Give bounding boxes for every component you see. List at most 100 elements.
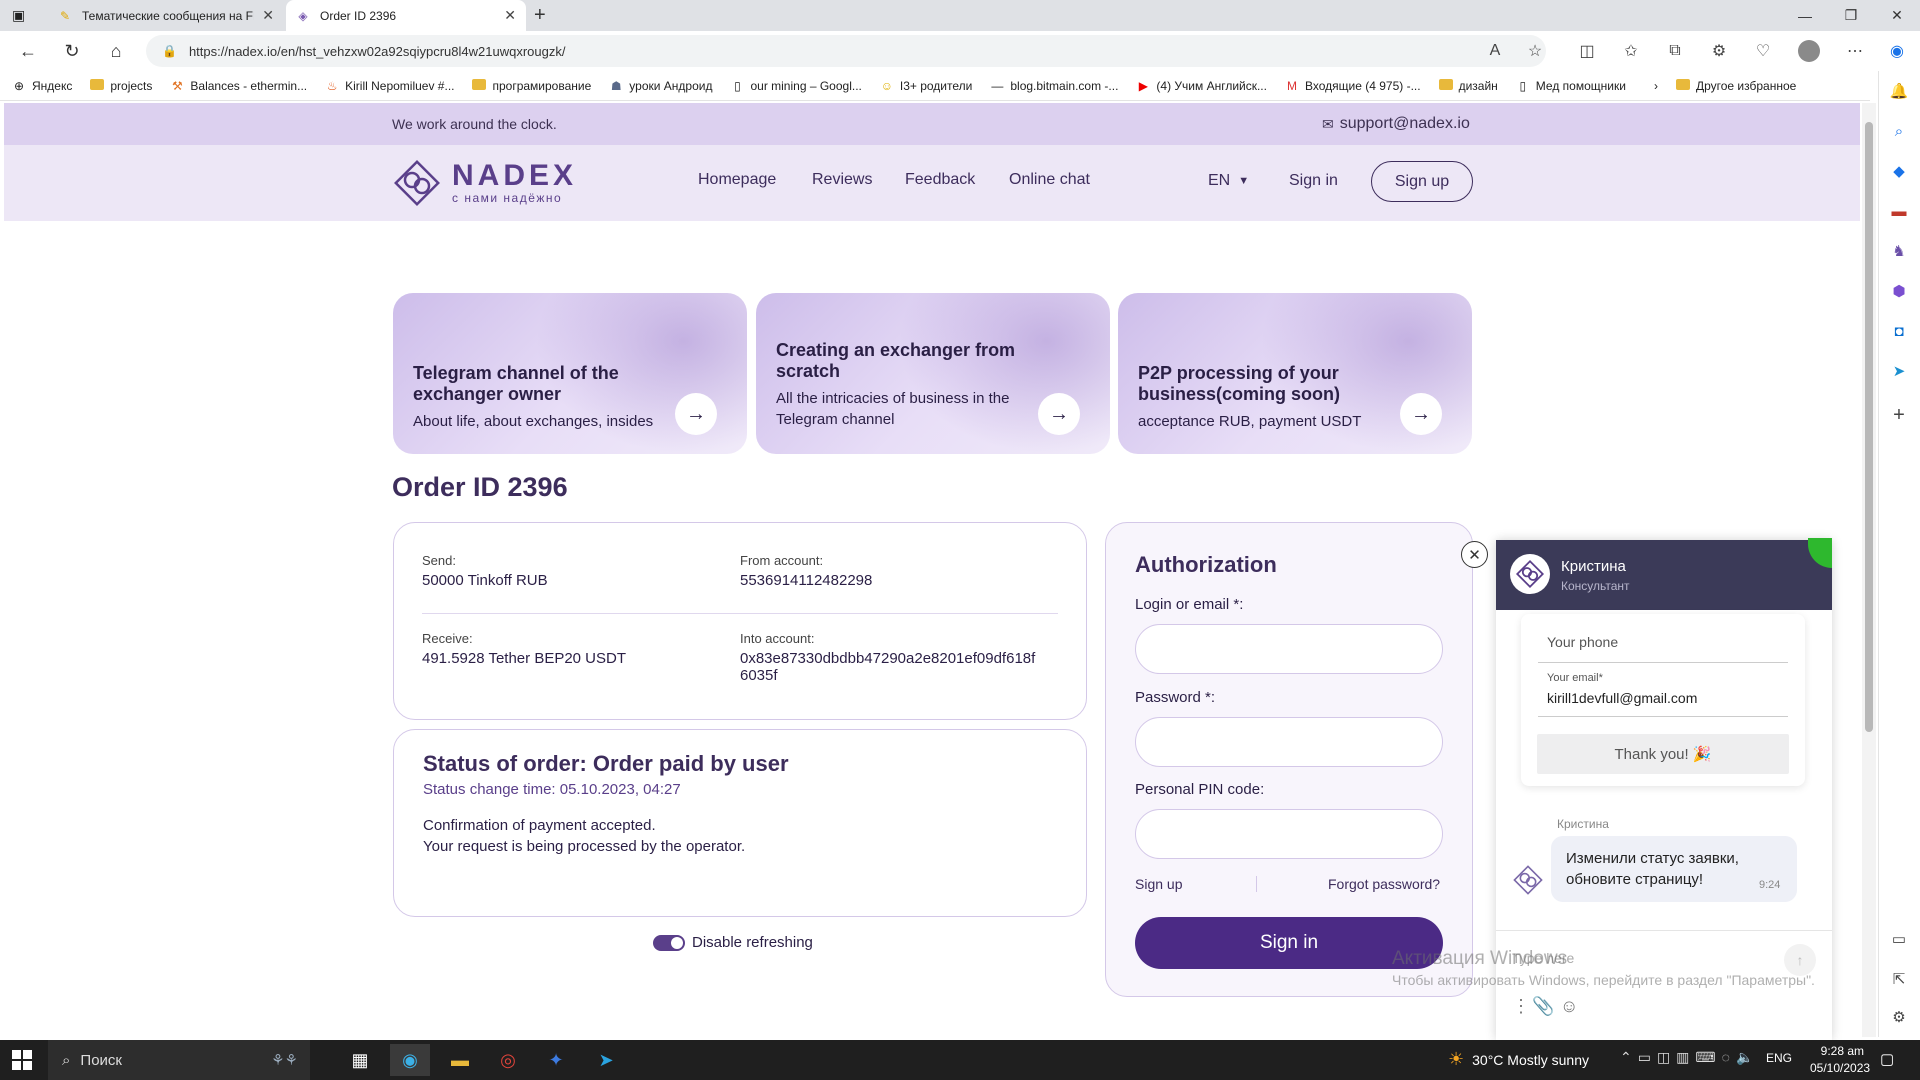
- tab-actions-icon[interactable]: ▣: [12, 7, 32, 25]
- collections-icon[interactable]: ⧉: [1660, 36, 1690, 66]
- tab-fl[interactable]: ✎ Тематические сообщения на FL ✕: [48, 0, 284, 31]
- weather-widget[interactable]: ☀ 30°C Mostly sunny: [1448, 1049, 1589, 1070]
- copilot-icon[interactable]: ◉: [1882, 36, 1912, 66]
- email-input[interactable]: kirill1devfull@gmail.com: [1547, 690, 1697, 706]
- search-icon[interactable]: ⌕: [1886, 118, 1912, 144]
- attach-paperclip-icon[interactable]: 📎: [1532, 996, 1554, 1017]
- taskbar-search-box[interactable]: ⌕ Поиск ⚘⚘: [48, 1040, 310, 1080]
- site-logo[interactable]: NADEX с нами надёжно: [392, 158, 577, 208]
- close-icon[interactable]: ✕: [262, 7, 274, 24]
- extensions-icon[interactable]: ⚙: [1704, 36, 1734, 66]
- bookmark-android[interactable]: ☗ уроки Андроид: [609, 79, 713, 93]
- auth-sign-up-link[interactable]: Sign up: [1135, 876, 1182, 892]
- chat-close-icon[interactable]: ✕: [1461, 541, 1488, 568]
- login-input[interactable]: [1135, 624, 1443, 674]
- games-icon[interactable]: ♞: [1886, 238, 1912, 264]
- forgot-password-link[interactable]: Forgot password?: [1328, 876, 1440, 892]
- telegram-taskbar-icon[interactable]: ➤: [586, 1044, 626, 1076]
- back-icon[interactable]: ←: [12, 35, 44, 67]
- bookmark-med[interactable]: ▯ Мед помощники: [1516, 79, 1625, 93]
- nadex-logo-icon: [394, 160, 440, 206]
- header-sign-in-link[interactable]: Sign in: [1289, 172, 1338, 190]
- bookmark-bitmain[interactable]: — blog.bitmain.com -...: [990, 79, 1118, 93]
- profile-avatar[interactable]: [1794, 36, 1824, 66]
- bookmark-gmail[interactable]: M Входящие (4 975) -...: [1285, 79, 1421, 93]
- favorite-star-icon[interactable]: ☆: [1520, 36, 1550, 66]
- emoji-icon[interactable]: ☺: [1560, 996, 1578, 1017]
- promo-card-p2p[interactable]: P2P processing of your business(coming s…: [1118, 293, 1472, 454]
- bell-icon[interactable]: 🔔: [1886, 78, 1912, 104]
- read-aloud-icon[interactable]: A: [1480, 36, 1510, 66]
- restore-icon[interactable]: ❐: [1828, 0, 1874, 31]
- scrollbar-thumb[interactable]: [1865, 122, 1873, 732]
- settings-gear-icon[interactable]: ⚙: [1886, 1004, 1912, 1030]
- input-language[interactable]: ENG: [1766, 1051, 1792, 1065]
- bookmark-projects[interactable]: projects: [90, 78, 152, 93]
- toolbox-icon[interactable]: ▬: [1886, 198, 1912, 224]
- task-view-icon[interactable]: ▦: [340, 1044, 380, 1076]
- nav-reviews[interactable]: Reviews: [812, 171, 872, 189]
- more-options-icon[interactable]: ⋮: [1512, 996, 1530, 1017]
- notification-center-icon[interactable]: ▢: [1880, 1050, 1894, 1068]
- office-icon[interactable]: ⬢: [1886, 278, 1912, 304]
- add-icon[interactable]: +: [1886, 402, 1912, 428]
- nav-online-chat[interactable]: Online chat: [1009, 171, 1090, 189]
- edge-browser-icon[interactable]: ◉: [390, 1044, 430, 1076]
- bookmark-other[interactable]: Другое избранное: [1675, 78, 1796, 93]
- home-icon[interactable]: ⌂: [100, 35, 132, 67]
- nav-homepage[interactable]: Homepage: [698, 171, 776, 189]
- close-icon[interactable]: ✕: [504, 7, 516, 24]
- arrow-right-icon[interactable]: →: [1038, 393, 1080, 435]
- bookmark-design[interactable]: дизайн: [1438, 78, 1498, 93]
- status-time: Status change time: 05.10.2023, 04:27: [423, 781, 681, 798]
- header-sign-up-button[interactable]: Sign up: [1371, 161, 1473, 202]
- pin-input[interactable]: [1135, 809, 1443, 859]
- browser-essentials-icon[interactable]: ♡: [1748, 36, 1778, 66]
- clock-date: 05/10/2023: [1810, 1061, 1871, 1075]
- reload-icon[interactable]: ↻: [56, 35, 88, 67]
- lock-icon: 🔒: [162, 44, 177, 58]
- tab-order[interactable]: ◈ Order ID 2396 ✕: [286, 0, 526, 31]
- split-screen-icon[interactable]: ◫: [1572, 36, 1602, 66]
- bookmark-programming[interactable]: програмирование: [472, 78, 591, 93]
- app-store-icon[interactable]: ✦: [536, 1044, 576, 1076]
- password-input[interactable]: [1135, 717, 1443, 767]
- bookmark-kirill[interactable]: ♨ Kirill Nepomiluev #...: [325, 79, 455, 93]
- start-windows-icon[interactable]: [12, 1050, 32, 1070]
- bookmark-parents[interactable]: ☺ I3+ родители: [880, 79, 973, 93]
- disable-refresh-toggle[interactable]: [653, 935, 685, 951]
- language-select[interactable]: EN ▼: [1208, 172, 1249, 190]
- card-title: Telegram channel of the exchanger owner: [413, 363, 619, 404]
- promo-card-telegram[interactable]: Telegram channel of the exchanger owner …: [393, 293, 747, 454]
- email-underline: [1538, 716, 1788, 717]
- outlook-icon[interactable]: ◘: [1886, 318, 1912, 344]
- system-tray-icons[interactable]: ⌃▭◫▥⌨◌🔈: [1620, 1049, 1759, 1066]
- minimize-icon[interactable]: —: [1782, 0, 1828, 31]
- support-email-link[interactable]: ✉ support@nadex.io: [1322, 115, 1470, 133]
- window-close-icon[interactable]: ✕: [1874, 0, 1920, 31]
- tab-title: Тематические сообщения на FL: [82, 8, 255, 23]
- taskbar-clock[interactable]: 9:28 am 05/10/2023: [1810, 1043, 1871, 1077]
- sidebar-panel-icon[interactable]: ▭: [1886, 926, 1912, 952]
- arrow-right-icon[interactable]: →: [1400, 393, 1442, 435]
- phone-input[interactable]: Your phone: [1547, 634, 1618, 650]
- external-link-icon[interactable]: ⇱: [1886, 966, 1912, 992]
- bookmarks-overflow-icon[interactable]: ›: [1654, 79, 1658, 93]
- telegram-icon[interactable]: ➤: [1886, 358, 1912, 384]
- tab-title: Order ID 2396: [320, 8, 397, 23]
- more-menu-icon[interactable]: ⋯: [1840, 36, 1870, 66]
- new-tab-icon[interactable]: +: [534, 4, 546, 27]
- favorites-icon[interactable]: ✩: [1616, 36, 1646, 66]
- thank-you-button[interactable]: Thank you! 🎉: [1537, 734, 1789, 774]
- file-explorer-icon[interactable]: ▬: [440, 1044, 480, 1076]
- shopping-tag-icon[interactable]: ◆: [1886, 158, 1912, 184]
- bookmark-mining[interactable]: ▯ our mining – Googl...: [730, 79, 862, 93]
- address-bar[interactable]: 🔒 https://nadex.io/en/hst_vehzxw02a92sqi…: [146, 35, 1546, 67]
- nav-feedback[interactable]: Feedback: [905, 171, 975, 189]
- arrow-right-icon[interactable]: →: [675, 393, 717, 435]
- chrome-icon[interactable]: ◎: [488, 1044, 528, 1076]
- promo-card-exchanger[interactable]: Creating an exchanger from scratch All t…: [756, 293, 1110, 454]
- bookmark-yandex[interactable]: ⊕ Яндекс: [12, 79, 72, 93]
- bookmark-balances[interactable]: ⚒ Balances - ethermin...: [170, 79, 307, 93]
- bookmark-english[interactable]: ▶ (4) Учим Английск...: [1136, 79, 1267, 93]
